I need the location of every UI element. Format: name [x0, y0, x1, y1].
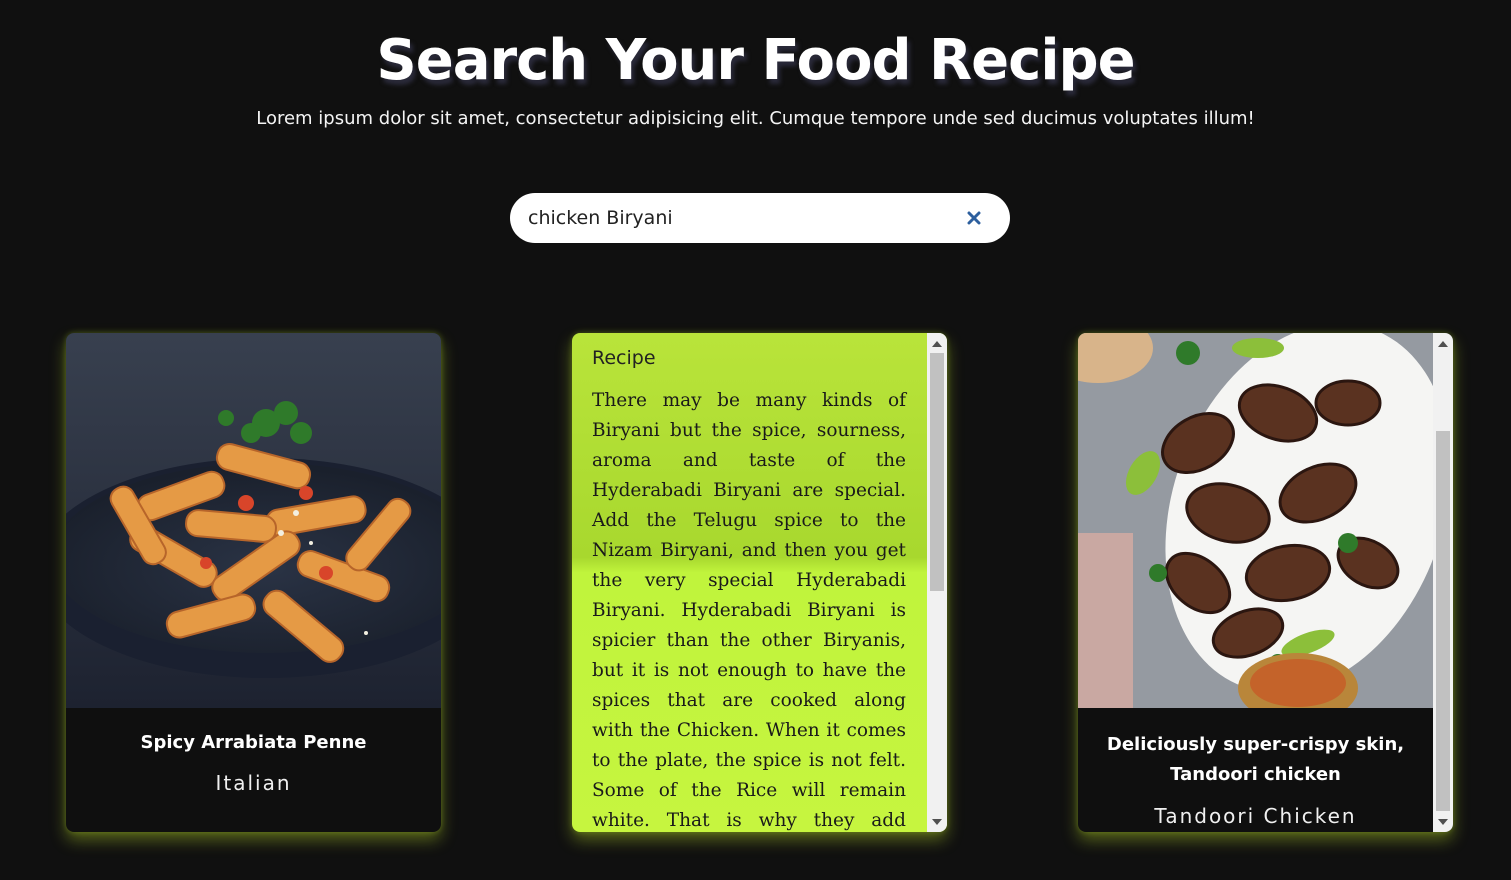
- recipe-card-penne[interactable]: Spicy Arrabiata Penne Italian: [66, 333, 441, 832]
- scroll-down-arrow-icon[interactable]: [932, 819, 942, 825]
- close-icon[interactable]: [958, 202, 990, 234]
- recipe-cuisine: Italian: [215, 771, 292, 795]
- scroll-thumb[interactable]: [1436, 431, 1450, 811]
- page-subtitle: Lorem ipsum dolor sit amet, consectetur …: [256, 108, 1255, 129]
- recipe-name: Spicy Arrabiata Penne: [140, 732, 367, 753]
- penne-pasta-photo: [66, 333, 441, 708]
- scroll-thumb[interactable]: [930, 353, 944, 591]
- recipe-card-biryani[interactable]: Recipe There may be many kinds of Biryan…: [572, 333, 947, 832]
- recipe-label: Recipe: [592, 347, 656, 369]
- search-bar[interactable]: [510, 193, 1010, 243]
- page-title: Search Your Food Recipe: [376, 28, 1135, 93]
- scroll-up-arrow-icon[interactable]: [1438, 341, 1448, 347]
- scroll-down-arrow-icon[interactable]: [1438, 819, 1448, 825]
- recipe-name: Deliciously super-crispy skin, Tandoori …: [1106, 734, 1405, 785]
- recipe-description: There may be many kinds of Biryani but t…: [592, 390, 906, 831]
- recipe-card-tandoori[interactable]: Deliciously super-crispy skin, Tandoori …: [1078, 333, 1453, 832]
- tandoori-chicken-photo: [1078, 333, 1433, 708]
- scroll-up-arrow-icon[interactable]: [932, 341, 942, 347]
- scrollbar[interactable]: [1433, 333, 1453, 832]
- search-input[interactable]: [528, 205, 948, 231]
- recipe-cuisine: Tandoori Chicken: [1154, 804, 1357, 828]
- scrollbar[interactable]: [927, 333, 947, 832]
